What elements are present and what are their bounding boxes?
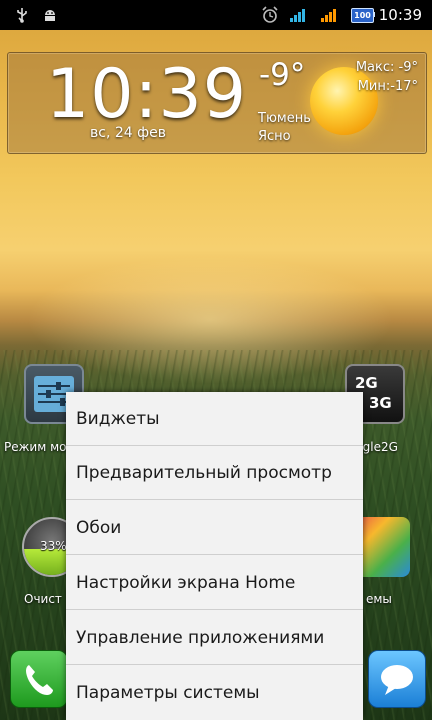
status-bar[interactable]: 100 10:39	[0, 0, 432, 30]
android-debug-icon	[40, 0, 60, 30]
menu-item-wallpaper[interactable]: Обои	[66, 501, 363, 555]
widget-temperature: -9°	[259, 57, 306, 93]
toggle-3g-text: 3G	[369, 394, 392, 412]
widget-date: вс, 24 фев	[90, 125, 166, 141]
cleaner-percent: 33%	[40, 539, 67, 553]
clock-weather-widget[interactable]: 10:39 вс, 24 фев -9° Тюмень Ясно Макс: -…	[7, 52, 427, 154]
toggle-2g-text: 2G	[355, 374, 378, 392]
alarm-icon	[259, 0, 281, 30]
widget-city: Тюмень	[258, 111, 311, 126]
widget-clock-time: 10:39	[46, 55, 247, 134]
app-label-themes: емы	[366, 592, 392, 606]
menu-item-widgets[interactable]: Виджеты	[66, 392, 363, 446]
menu-item-manage-apps[interactable]: Управление приложениями	[66, 611, 363, 665]
home-context-menu: Виджеты Предварительный просмотр Обои На…	[66, 392, 363, 720]
menu-item-system-settings[interactable]: Параметры системы	[66, 666, 363, 720]
sun-icon	[310, 67, 378, 135]
signal-icon-1	[288, 0, 308, 30]
menu-item-home-settings[interactable]: Настройки экрана Home	[66, 556, 363, 610]
widget-max-temp: Макс: -9°	[355, 60, 418, 75]
app-label-mode: Режим мо	[4, 440, 67, 454]
widget-min-temp: Мин:-17°	[357, 79, 418, 94]
battery-icon: 100	[351, 8, 374, 23]
signal-icon-2	[319, 0, 339, 30]
usb-icon	[12, 0, 32, 30]
battery-tip	[373, 12, 375, 17]
app-label-clean: Очист	[24, 592, 62, 606]
phone-icon[interactable]	[10, 650, 68, 708]
status-time: 10:39	[378, 6, 422, 24]
menu-item-preview[interactable]: Предварительный просмотр	[66, 446, 363, 500]
widget-condition: Ясно	[258, 129, 291, 144]
message-icon[interactable]	[368, 650, 426, 708]
